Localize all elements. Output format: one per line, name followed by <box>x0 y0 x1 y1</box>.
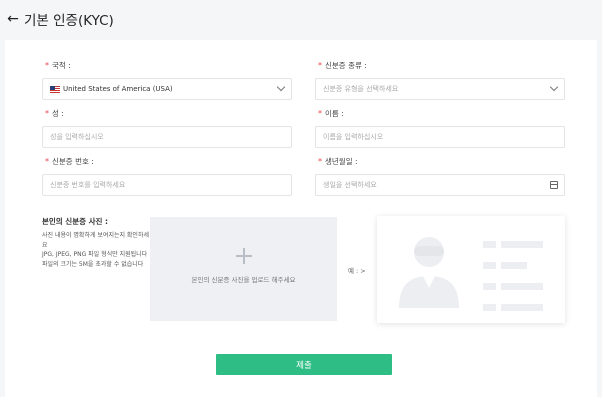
first-name-placeholder: 이름을 입력하십시오 <box>323 133 384 141</box>
id-type-field: * 신분증 종류 : 신분증 유형을 선택하세요 <box>315 60 565 100</box>
id-photo-upload-area[interactable]: 본인의 신분증 사진을 업로드 해주세요 <box>150 217 337 321</box>
nationality-label: * 국적 : <box>45 61 71 70</box>
last-name-label: * 성 : <box>45 109 64 118</box>
arrow-left-icon[interactable]: ← <box>6 12 20 26</box>
id-photo-title: 본인의 신분증 사진 : <box>42 217 109 226</box>
id-number-field: * 신분증 번호 : 신분증 번호를 입력하세요 <box>42 156 292 196</box>
birthdate-input[interactable]: 생일을 선택하세요 <box>315 174 565 196</box>
birthdate-field: * 생년월일 : 생일을 선택하세요 <box>315 156 565 196</box>
id-type-select[interactable]: 신분증 유형을 선택하세요 <box>315 78 565 100</box>
id-number-label: * 신분증 번호 : <box>45 157 94 166</box>
photo-desc-line: 사진 내용이 명확하게 보여지는지 확인하세요 <box>42 232 149 249</box>
birthdate-placeholder: 생일을 선택하세요 <box>323 181 377 189</box>
plus-icon <box>235 248 252 264</box>
last-name-placeholder: 성을 입력하십시오 <box>50 133 104 141</box>
chevron-down-icon <box>276 82 286 92</box>
photo-desc-line: 파일의 크기는 5M을 초과할 수 없습니다 <box>42 260 144 268</box>
page-title: 기본 인증(KYC) <box>24 13 114 29</box>
id-type-placeholder: 신분증 유형을 선택하세요 <box>323 85 399 93</box>
id-type-label: * 신분증 종류 : <box>318 61 367 70</box>
us-flag-icon <box>50 85 60 93</box>
birthdate-label: * 생년월일 : <box>318 157 358 166</box>
photo-desc-line: JPG, JPEG, PNG 파일 형식만 지원됩니다 <box>42 251 148 258</box>
calendar-icon[interactable] <box>550 181 558 189</box>
id-number-placeholder: 신분증 번호를 입력하세요 <box>50 181 126 189</box>
submit-button[interactable]: 제출 <box>216 354 392 375</box>
last-name-input[interactable]: 성을 입력하십시오 <box>42 126 292 148</box>
id-number-input[interactable]: 신분증 번호를 입력하세요 <box>42 174 292 196</box>
first-name-label: * 이름 : <box>318 109 344 118</box>
example-id-card <box>377 216 565 323</box>
example-label: 예 : > <box>348 267 366 275</box>
id-card-illustration <box>399 237 543 311</box>
first-name-input[interactable]: 이름을 입력하십시오 <box>315 126 565 148</box>
nationality-select[interactable]: United States of America (USA) <box>42 78 292 100</box>
nationality-value: United States of America (USA) <box>63 85 173 93</box>
kyc-form-card: * 국적 : United States of America (USA) * 신분… <box>5 40 597 397</box>
last-name-field: * 성 : 성을 입력하십시오 <box>42 108 292 148</box>
nationality-field: * 국적 : United States of America (USA) <box>42 60 292 100</box>
id-photo-description: 사진 내용이 명확하게 보여지는지 확인하세요 JPG, JPEG, PNG 파… <box>42 231 150 269</box>
first-name-field: * 이름 : 이름을 입력하십시오 <box>315 108 565 148</box>
upload-text: 본인의 신분증 사진을 업로드 해주세요 <box>191 276 296 284</box>
chevron-down-icon <box>549 82 559 92</box>
page-header: ← 기본 인증(KYC) <box>0 0 602 38</box>
